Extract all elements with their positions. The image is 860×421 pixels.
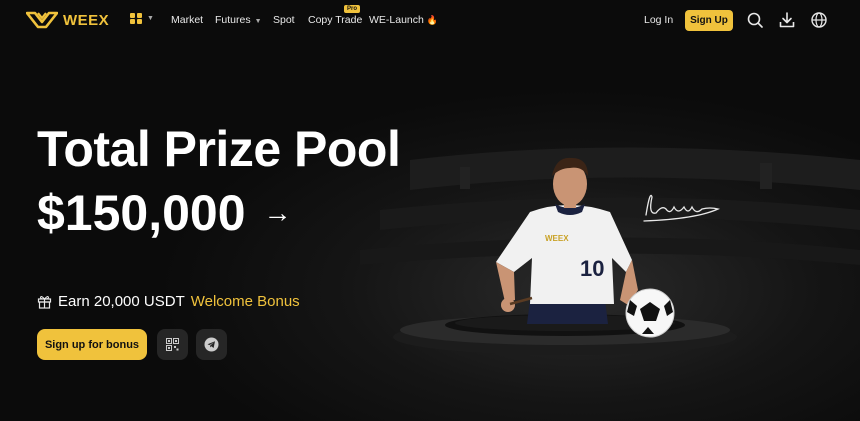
chevron-down-icon: ▼ — [147, 15, 154, 22]
nav-copy-trade[interactable]: Copy Trade — [308, 14, 362, 26]
weex-logo-icon — [26, 11, 58, 29]
pro-badge: Pro — [344, 5, 361, 13]
bonus-text: Earn 20,000 USDT — [58, 293, 185, 310]
chevron-down-icon: ▼ — [254, 18, 262, 25]
qr-code-button[interactable] — [157, 329, 188, 360]
nav-futures-label: Futures — [215, 14, 251, 26]
apps-menu[interactable]: ▼ — [130, 13, 154, 24]
nav-spot[interactable]: Spot — [273, 14, 295, 26]
nav-market[interactable]: Market — [171, 14, 203, 26]
weex-logo[interactable]: WEEX — [26, 10, 109, 30]
signup-button[interactable]: Sign Up — [685, 10, 733, 31]
telegram-icon — [204, 337, 219, 352]
hero-title: Total Prize Pool — [37, 121, 401, 177]
logo-text: WEEX — [63, 11, 110, 29]
globe-icon[interactable] — [810, 11, 828, 29]
jersey-sponsor: WEEX — [545, 234, 569, 243]
bonus-highlight: Welcome Bonus — [190, 293, 300, 310]
search-icon[interactable] — [746, 11, 764, 29]
apps-grid-icon — [130, 13, 142, 24]
login-link[interactable]: Log In — [644, 14, 673, 26]
gift-icon — [37, 295, 52, 309]
qr-code-icon — [166, 338, 179, 351]
prize-amount: $150,000 — [37, 185, 246, 241]
top-navbar: WEEX ▼ Market Futures ▼ Spot Copy Trade P… — [0, 0, 860, 40]
jersey-number: 10 — [580, 256, 604, 281]
signature-graphic — [643, 194, 720, 222]
nav-we-launch-label: WE-Launch — [369, 14, 424, 26]
fire-icon: 🔥 — [426, 15, 439, 25]
prize-amount-link[interactable]: $150,000 → — [37, 184, 292, 242]
signup-bonus-button[interactable]: Sign up for bonus — [37, 329, 147, 360]
nav-we-launch[interactable]: WE-Launch 🔥 — [369, 14, 438, 26]
arrow-right-icon: → — [263, 197, 292, 228]
player-illustration: WEEX 10 — [393, 157, 737, 355]
bonus-line: Earn 20,000 USDT Welcome Bonus — [37, 293, 300, 310]
telegram-button[interactable] — [196, 329, 227, 360]
download-icon[interactable] — [778, 11, 796, 29]
nav-futures[interactable]: Futures ▼ — [215, 14, 262, 26]
